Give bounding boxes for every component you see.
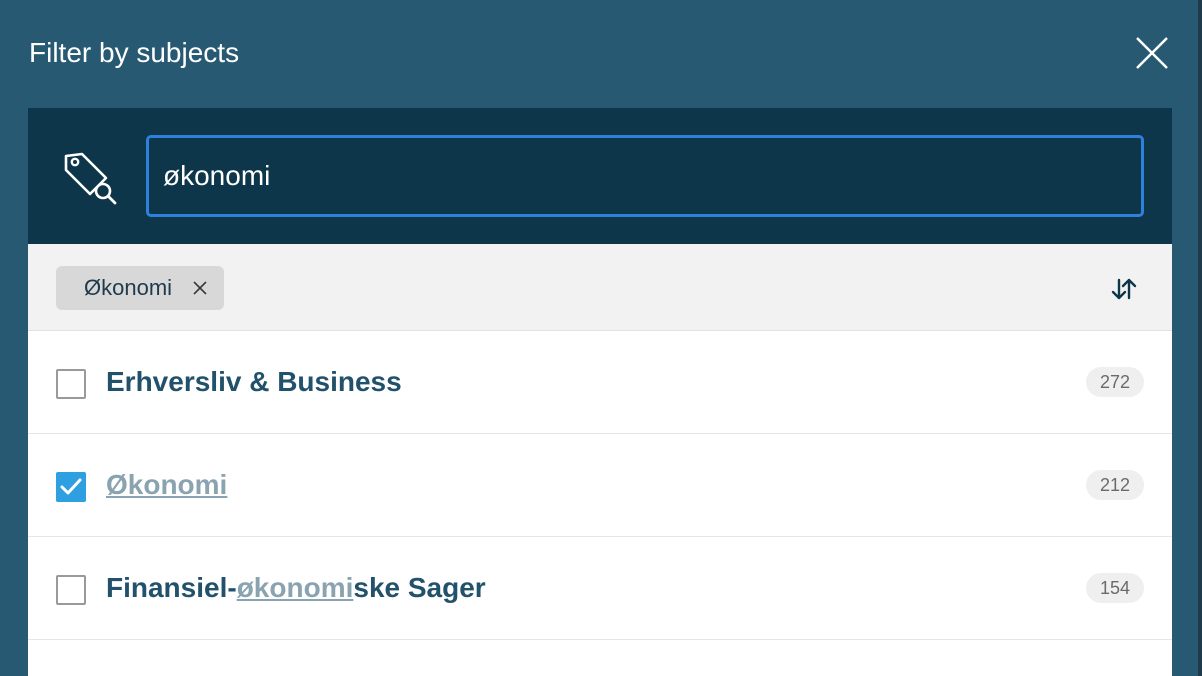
tag-search-icon bbox=[64, 152, 117, 205]
selected-chips-bar: Økonomi bbox=[28, 244, 1172, 331]
background-edge bbox=[1198, 0, 1202, 676]
close-icon bbox=[1136, 37, 1168, 69]
list-item: Erhversliv & Business 272 bbox=[28, 331, 1172, 434]
dialog-title: Filter by subjects bbox=[29, 37, 240, 68]
filter-panel: Økonomi Erhversliv & Business 272 bbox=[28, 108, 1172, 676]
checkbox[interactable] bbox=[56, 575, 86, 605]
sort-arrows-icon bbox=[1111, 278, 1137, 300]
count-badge: 154 bbox=[1086, 573, 1144, 603]
filter-modal: Filter by subjects Økonomi bbox=[0, 0, 1202, 676]
list-item-label[interactable]: Erhversliv & Business bbox=[106, 364, 402, 400]
search-highlight: økonomi bbox=[236, 572, 354, 603]
checkbox[interactable] bbox=[56, 472, 86, 502]
checkmark-icon bbox=[60, 478, 82, 495]
list-item-label[interactable]: Finansiel-økonomiske Sager bbox=[106, 570, 486, 606]
count-badge: 212 bbox=[1086, 470, 1144, 500]
label-suffix: ske Sager bbox=[353, 572, 486, 603]
chip-label: Økonomi bbox=[84, 275, 173, 300]
count-badge: 272 bbox=[1086, 367, 1144, 397]
list-item: Finansiel-økonomiske Sager 154 bbox=[28, 537, 1172, 640]
sort-button[interactable] bbox=[1110, 276, 1138, 302]
label-prefix: Finansiel- bbox=[106, 572, 237, 603]
subject-search-input[interactable] bbox=[146, 135, 1144, 217]
list-item: Økonomi 212 bbox=[28, 434, 1172, 537]
selected-chip[interactable]: Økonomi bbox=[56, 266, 224, 310]
list-item-label[interactable]: Økonomi bbox=[106, 467, 227, 503]
close-icon[interactable] bbox=[192, 280, 208, 296]
subject-list: Erhversliv & Business 272 Økonomi 212 Fi… bbox=[28, 331, 1172, 640]
search-bar bbox=[28, 108, 1172, 244]
checkbox[interactable] bbox=[56, 369, 86, 399]
close-button[interactable] bbox=[1134, 35, 1170, 71]
